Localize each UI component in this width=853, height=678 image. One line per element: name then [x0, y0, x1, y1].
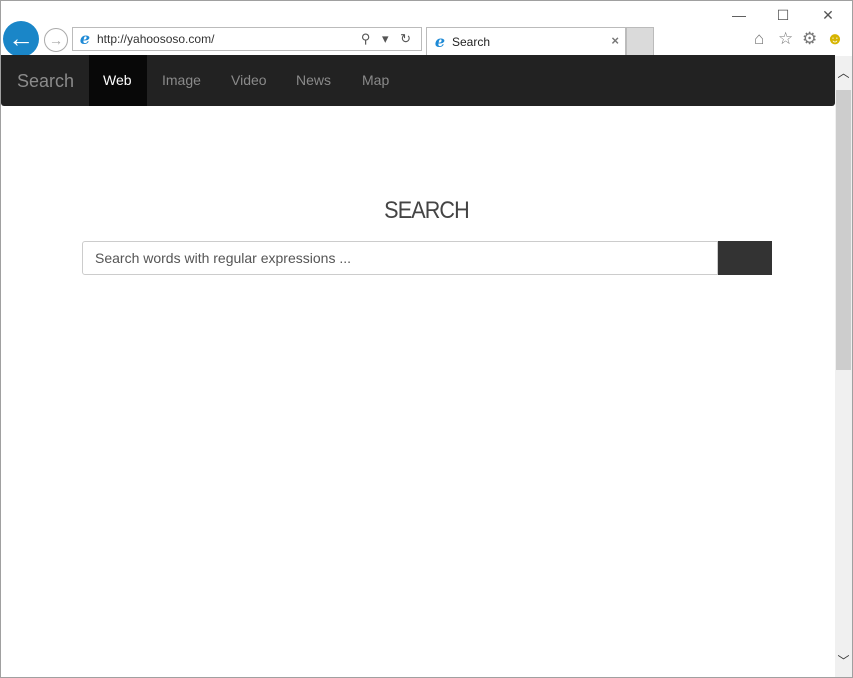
scrollbar[interactable]: ︿ ﹀ — [835, 56, 852, 677]
scrollbar-thumb[interactable] — [836, 90, 851, 370]
home-icon[interactable]: ⌂ — [754, 29, 764, 49]
address-bar[interactable]: e http://yahoososo.com/ ⚲ ▾ ↻ — [72, 27, 422, 51]
tab-search[interactable]: e Search × — [426, 27, 626, 55]
navbar-brand[interactable]: Search — [17, 71, 74, 92]
maximize-button[interactable]: ☐ — [773, 6, 793, 24]
forward-button[interactable]: → — [44, 28, 68, 52]
nav-item-news[interactable]: News — [282, 55, 345, 106]
search-button[interactable] — [718, 241, 772, 275]
nav-item-video[interactable]: Video — [217, 55, 281, 106]
smiley-icon[interactable]: ☻ — [826, 29, 844, 49]
search-input[interactable] — [82, 241, 718, 275]
scroll-down-icon[interactable]: ﹀ — [835, 652, 852, 669]
address-controls[interactable]: ⚲ ▾ ↻ — [361, 31, 415, 47]
close-button[interactable]: ✕ — [818, 6, 838, 24]
forward-arrow-icon: → — [49, 32, 63, 48]
star-icon[interactable]: ☆ — [778, 29, 793, 49]
minimize-button[interactable]: — — [729, 6, 749, 24]
back-button[interactable]: ← — [3, 21, 39, 57]
navbar: Search Web Image Video News Map — [1, 55, 835, 106]
nav-item-map[interactable]: Map — [348, 55, 403, 106]
new-tab-button[interactable] — [626, 27, 654, 55]
tab-title: Search — [452, 35, 491, 49]
page-title: SEARCH — [384, 197, 470, 224]
tab-close-icon[interactable]: × — [611, 33, 619, 48]
gear-icon[interactable]: ⚙ — [802, 29, 817, 49]
back-arrow-icon: ← — [8, 23, 34, 53]
ie-logo-icon: e — [79, 29, 91, 48]
scroll-up-icon[interactable]: ︿ — [835, 64, 852, 81]
ie-logo-icon: e — [434, 32, 446, 51]
nav-item-image[interactable]: Image — [148, 55, 215, 106]
url-text[interactable]: http://yahoososo.com/ — [97, 32, 214, 46]
nav-item-web[interactable]: Web — [89, 55, 147, 106]
